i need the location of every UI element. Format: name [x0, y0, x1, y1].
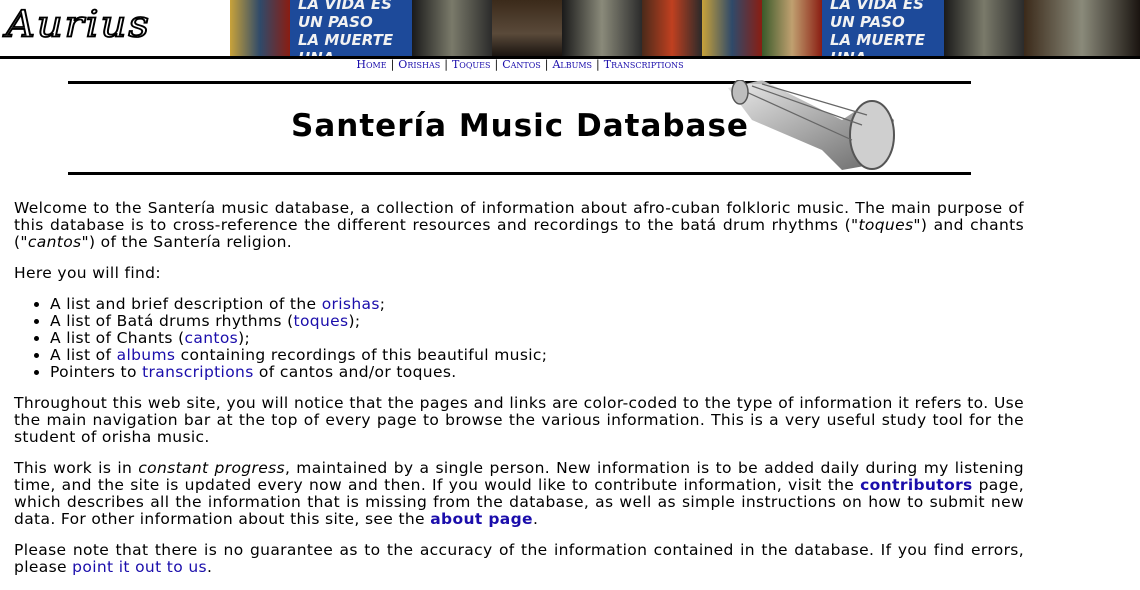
poster-line-1: LA VIDA ES UN PASO — [830, 0, 924, 31]
cantos-link[interactable]: cantos — [185, 329, 239, 347]
note-text: . — [206, 558, 213, 576]
banner-poster: LA VIDA ES UN PASO LA MUERTE UNA CARRERA — [290, 0, 412, 56]
nav-separator: | — [444, 58, 448, 71]
report-errors-link[interactable]: point it out to us — [72, 558, 207, 576]
list-text: ); — [238, 329, 251, 347]
toques-term: "toques" — [850, 216, 921, 234]
list-item: Pointers to transcriptions of cantos and… — [50, 364, 1024, 381]
features-list: A list and brief description of the oris… — [14, 296, 1024, 381]
banner-photo-people — [762, 0, 822, 56]
accuracy-note-paragraph: Please note that there is no guarantee a… — [14, 542, 1024, 576]
nav-separator: | — [596, 58, 600, 71]
banner-photo-carving — [562, 0, 642, 56]
list-text: of cantos and/or toques. — [253, 363, 457, 381]
list-text: containing recordings of this beautiful … — [175, 346, 548, 364]
main-content: Welcome to the Santería music database, … — [14, 200, 1024, 590]
nav-separator: | — [390, 58, 395, 71]
banner-photo-figures — [492, 0, 562, 56]
list-text: A list and brief description of the — [50, 295, 322, 313]
list-item: A list of Batá drums rhythms (toques); — [50, 313, 1024, 330]
list-text: A list of Chants ( — [50, 329, 185, 347]
constant-progress-text: constant progress — [138, 459, 285, 477]
list-text: A list of Batá drums rhythms ( — [50, 312, 294, 330]
header-banner: Aurius LA VIDA ES UN PASO LA MUERTE UNA … — [0, 0, 1140, 59]
about-page-link[interactable]: about page — [430, 510, 533, 528]
list-text: ); — [348, 312, 361, 330]
logo-text: Aurius — [5, 3, 151, 46]
albums-link[interactable]: albums — [117, 346, 176, 364]
list-text: A list of — [50, 346, 117, 364]
nav-toques[interactable]: Toques — [452, 58, 491, 71]
banner-photo-masks — [230, 0, 290, 56]
nav-home[interactable]: Home — [356, 58, 386, 71]
contributors-link[interactable]: contributors — [860, 476, 973, 494]
list-text: Pointers to — [50, 363, 143, 381]
orishas-link[interactable]: orishas — [322, 295, 380, 313]
poster-line-2: LA MUERTE — [298, 31, 394, 49]
banner-poster-2: LA VIDA ES UN PASO LA MUERTE UNA CARRERA — [822, 0, 944, 56]
list-text: ; — [379, 295, 386, 313]
page-title: Santería Music Database — [291, 108, 749, 144]
banner-photo-drum-2 — [944, 0, 1024, 56]
nav-orishas[interactable]: Orishas — [398, 58, 440, 71]
list-item: A list of albums containing recordings o… — [50, 347, 1024, 364]
list-item: A list and brief description of the oris… — [50, 296, 1024, 313]
color-coding-paragraph: Throughout this web site, you will notic… — [14, 394, 1024, 446]
nav-transcriptions[interactable]: Transcriptions — [604, 58, 684, 71]
cantos-term: "cantos" — [20, 233, 89, 251]
site-logo[interactable]: Aurius — [0, 0, 230, 56]
transcriptions-link[interactable]: transcriptions — [142, 363, 254, 381]
list-item: A list of Chants (cantos); — [50, 330, 1024, 347]
nav-separator: | — [494, 58, 499, 71]
work-paragraph: This work is in constant progress, maint… — [14, 460, 1024, 528]
poster-line-2: LA MUERTE — [830, 31, 926, 49]
find-heading: Here you will find: — [14, 264, 161, 282]
intro-text: ) of the Santería religion. — [88, 233, 293, 251]
banner-photo-drum — [412, 0, 492, 56]
work-text: . — [532, 510, 539, 528]
title-bottom-rule — [68, 172, 971, 175]
banner-photo-red — [642, 0, 702, 56]
banner-photo-masks-2 — [702, 0, 762, 56]
nav-albums[interactable]: Albums — [552, 58, 592, 71]
toques-link[interactable]: toques — [294, 312, 349, 330]
poster-line-1: LA VIDA ES UN PASO — [298, 0, 392, 31]
main-navigation: Home | Orishas | Toques | Cantos | Albums | Transc… — [0, 58, 1040, 71]
nav-cantos[interactable]: Cantos — [502, 58, 541, 71]
work-text: This work is in — [14, 459, 139, 477]
nav-separator: | — [544, 58, 549, 71]
intro-paragraph: Welcome to the Santería music database, … — [14, 200, 1024, 251]
banner-photo-figures-2 — [1024, 0, 1140, 56]
